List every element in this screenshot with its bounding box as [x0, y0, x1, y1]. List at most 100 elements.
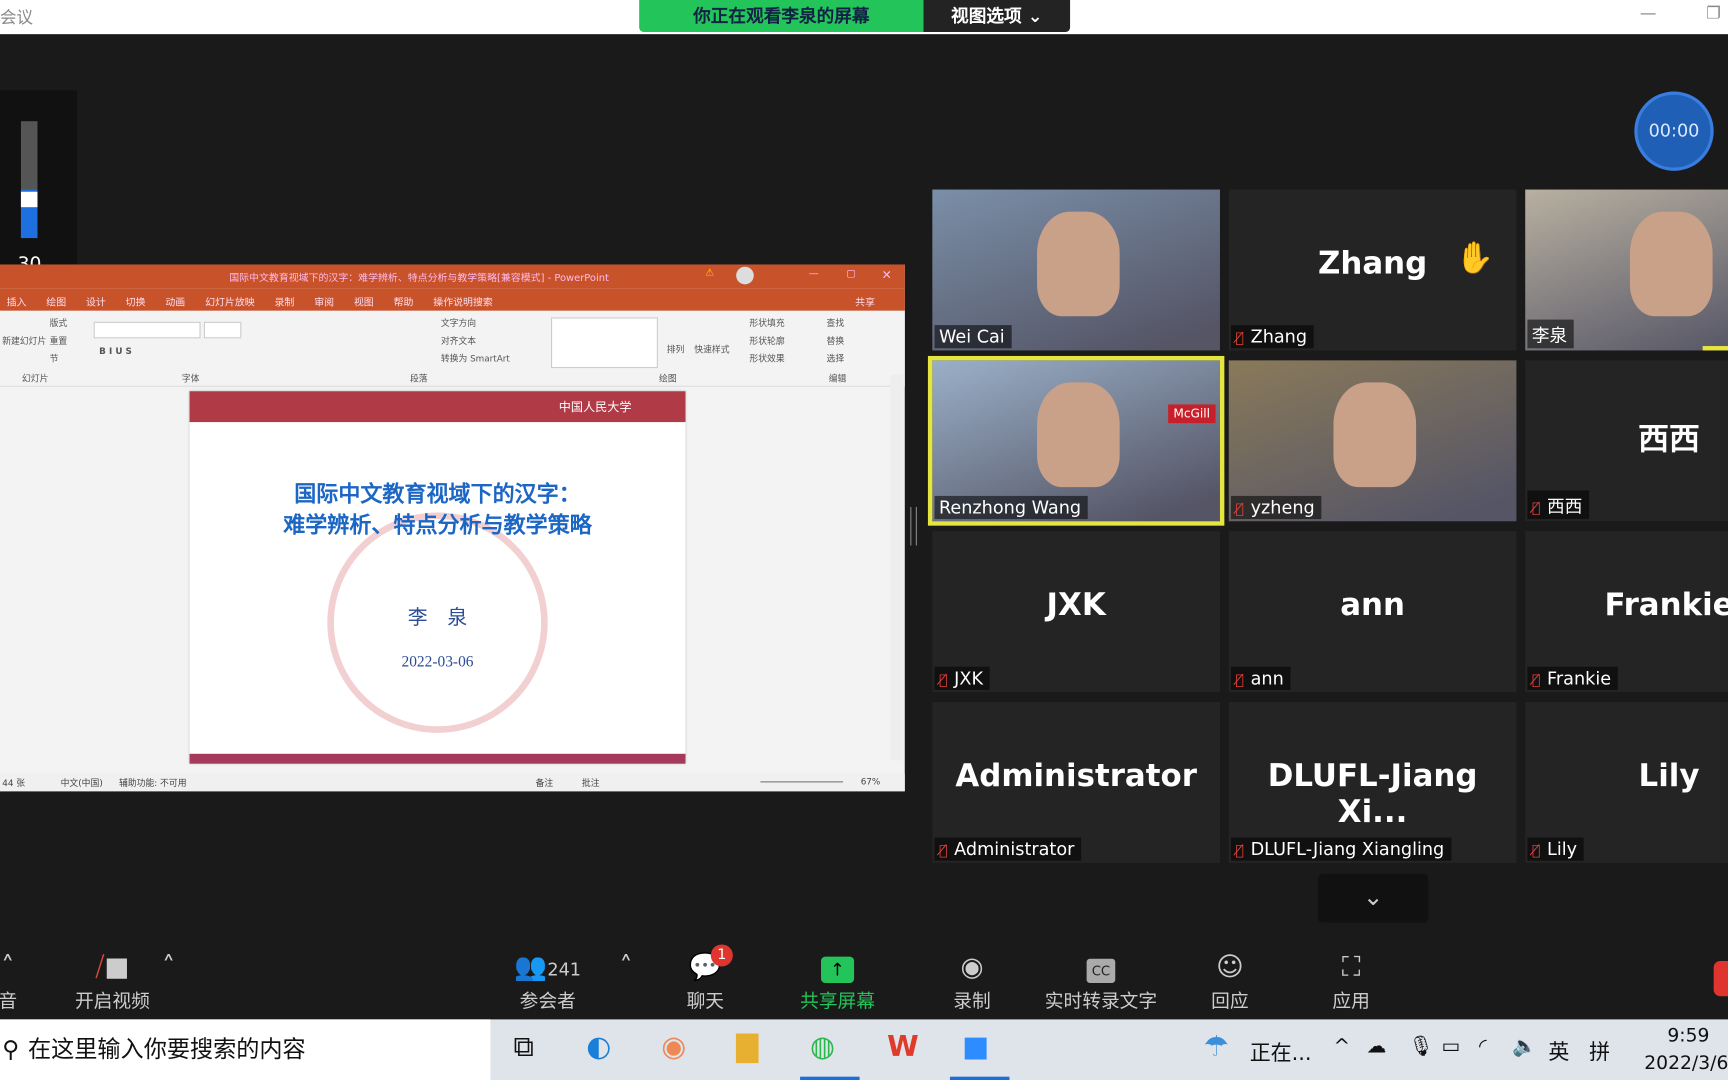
participant-name-label: 🎙̸ Administrator	[934, 837, 1081, 861]
ribbon-item[interactable]: 对齐文本	[441, 335, 476, 347]
wechat-icon[interactable]: ◍	[810, 1030, 835, 1063]
ribbon-item[interactable]: 文字方向	[441, 317, 476, 329]
video-feed	[1037, 211, 1120, 317]
ppt-title: 国际中文教育视域下的汉字：难学辨析、特点分析与教学策略[兼容模式] - Powe…	[229, 273, 609, 285]
weather-text[interactable]: 正在...	[1250, 1037, 1312, 1067]
ppt-tab[interactable]: 插入	[7, 294, 27, 309]
notes-button[interactable]: 备注	[536, 777, 554, 789]
ribbon-item[interactable]: 新建幻灯片	[2, 335, 46, 347]
minimize-icon[interactable]: —	[809, 269, 819, 280]
view-options-button[interactable]: 视图选项 ⌄	[923, 0, 1071, 32]
ribbon-item[interactable]: 选择	[827, 353, 845, 365]
participant-display-name: DLUFL-Jiang Xi...	[1267, 757, 1478, 830]
ppt-tab[interactable]: 动画	[165, 294, 185, 309]
shapes-gallery[interactable]	[551, 317, 658, 369]
edge-icon[interactable]: ◐	[586, 1030, 611, 1063]
zoom-slider[interactable]	[760, 781, 844, 783]
ppt-tab[interactable]: 视图	[354, 294, 374, 309]
volume-icon[interactable]: 🔈	[1512, 1035, 1537, 1058]
clock-time[interactable]: 9:59	[1667, 1025, 1709, 1047]
participant-tile[interactable]: DLUFL-Jiang Xi... 🎙̸ DLUFL-Jiang Xiangling	[1228, 701, 1517, 863]
participant-display-name: Administrator	[955, 757, 1197, 794]
ribbon-item[interactable]: 排列	[667, 344, 685, 356]
reactions-button[interactable]: ☺ 回应	[1201, 948, 1258, 1013]
share-screen-button[interactable]: ↑ 共享屏幕	[793, 948, 881, 1013]
ribbon-item[interactable]: 转换为 SmartArt	[441, 353, 510, 365]
restore-button[interactable]: ❐	[1706, 3, 1721, 23]
onedrive-icon[interactable]: ☁	[1367, 1035, 1387, 1058]
avatar[interactable]	[736, 266, 754, 285]
participant-tile[interactable]: Administrator 🎙̸ Administrator	[932, 701, 1220, 863]
participant-tile[interactable]: Frankie 🎙̸ Frankie	[1525, 531, 1728, 693]
more-participants-button[interactable]: ⌄	[1318, 873, 1429, 923]
task-view-icon[interactable]: ⧉	[514, 1030, 534, 1064]
ppt-tab[interactable]: 切换	[126, 294, 146, 309]
university-logo: 中国人民大学	[558, 400, 632, 415]
participant-tile[interactable]: 李泉	[1525, 189, 1728, 351]
font-name-box[interactable]	[93, 321, 201, 339]
video-options-chevron[interactable]: ˄	[160, 948, 178, 985]
microphone-icon[interactable]: 🎙	[1408, 1035, 1433, 1058]
muted-mic-icon: 🎙̸	[938, 843, 948, 860]
participant-tile[interactable]: Zhang ✋ 🎙̸ Zhang	[1228, 189, 1517, 351]
comments-button[interactable]: 批注	[582, 777, 600, 789]
ppt-share-button[interactable]: 共享	[855, 294, 875, 309]
ppt-tab[interactable]: 审阅	[314, 294, 334, 309]
wifi-icon[interactable]: ◜	[1479, 1035, 1487, 1058]
ribbon-item[interactable]: 快速样式	[694, 344, 729, 356]
ppt-tab[interactable]: 幻灯片放映	[205, 294, 255, 309]
ppt-tab[interactable]: 录制	[275, 294, 295, 309]
weather-icon[interactable]: ☂	[1203, 1030, 1229, 1063]
live-transcript-button[interactable]: CC 实时转录文字	[1040, 948, 1161, 1013]
ime-mode[interactable]: 拼	[1589, 1036, 1610, 1066]
close-icon[interactable]: ✕	[882, 268, 892, 282]
battery-icon[interactable]: ▭	[1441, 1035, 1460, 1058]
audio-button[interactable]: ˄ 音	[0, 948, 24, 1013]
participant-tile[interactable]: JXK 🎙̸ JXK	[932, 531, 1220, 693]
ime-language[interactable]: 英	[1548, 1036, 1569, 1066]
participant-tile[interactable]: 西西 🎙̸ 西西	[1525, 360, 1728, 522]
apps-button[interactable]: ⛶ 应用	[1322, 948, 1379, 1013]
file-explorer-icon[interactable]: ▇	[736, 1030, 758, 1063]
ppt-tab[interactable]: 帮助	[394, 294, 414, 309]
participant-tile[interactable]: ann 🎙̸ ann	[1228, 531, 1517, 693]
restore-icon[interactable]: ▢	[846, 269, 855, 280]
font-size-box[interactable]	[203, 321, 242, 339]
timer[interactable]: 00:00	[1634, 91, 1714, 171]
apps-icon: ⛶	[1341, 951, 1361, 982]
clock-date[interactable]: 2022/3/6	[1644, 1052, 1728, 1074]
ribbon-item[interactable]: 替换	[827, 335, 845, 347]
zoom-icon[interactable]: ■	[962, 1030, 989, 1063]
participant-tile[interactable]: Lily 🎙̸ Lily	[1525, 701, 1728, 863]
participant-tile[interactable]: McGill Renzhong Wang	[927, 355, 1225, 526]
ribbon-item[interactable]: 形状轮廓	[749, 335, 784, 347]
bold-button[interactable]: B I U S	[99, 346, 132, 356]
ribbon-item[interactable]: 节	[50, 353, 59, 365]
taskbar-search[interactable]: ⚲ 在这里输入你要搜索的内容	[0, 1019, 491, 1080]
ppt-tab[interactable]: 操作说明搜索	[433, 294, 493, 309]
participants-button[interactable]: 👥241 参会者	[512, 948, 583, 1013]
ribbon-item[interactable]: 形状效果	[749, 353, 784, 365]
start-video-button[interactable]: ⧸■ 开启视频	[66, 948, 159, 1013]
participants-options-chevron[interactable]: ˄	[617, 948, 635, 985]
ppt-tab[interactable]: 绘图	[46, 294, 66, 309]
ribbon-item[interactable]: 形状填充	[749, 317, 784, 329]
tray-chevron-icon[interactable]: ^	[1333, 1035, 1350, 1058]
ribbon-item[interactable]: 重置	[50, 335, 68, 347]
participant-name-label: 🎙̸ ann	[1230, 666, 1291, 690]
wps-icon[interactable]: W	[887, 1030, 919, 1063]
ribbon-item[interactable]: 查找	[827, 317, 845, 329]
participant-tile[interactable]: Wei Cai	[932, 189, 1220, 351]
record-button[interactable]: ◉ 录制	[942, 948, 1002, 1013]
ppt-tab[interactable]: 设计	[86, 294, 106, 309]
minimize-button[interactable]: —	[1640, 3, 1657, 23]
ppt-scrollbar[interactable]	[890, 374, 904, 761]
end-meeting-button[interactable]	[1713, 960, 1728, 997]
splitter-handle[interactable]	[910, 506, 917, 546]
browser-icon[interactable]: ◉	[661, 1030, 686, 1063]
ribbon-item[interactable]: 版式	[50, 317, 68, 329]
participant-tile[interactable]: 🎙̸ yzheng	[1228, 360, 1517, 522]
chevron-up-icon: ˄	[1, 951, 15, 982]
chat-button[interactable]: 💬 聊天 1	[678, 944, 733, 1013]
share-label: 共享屏幕	[800, 990, 876, 1013]
